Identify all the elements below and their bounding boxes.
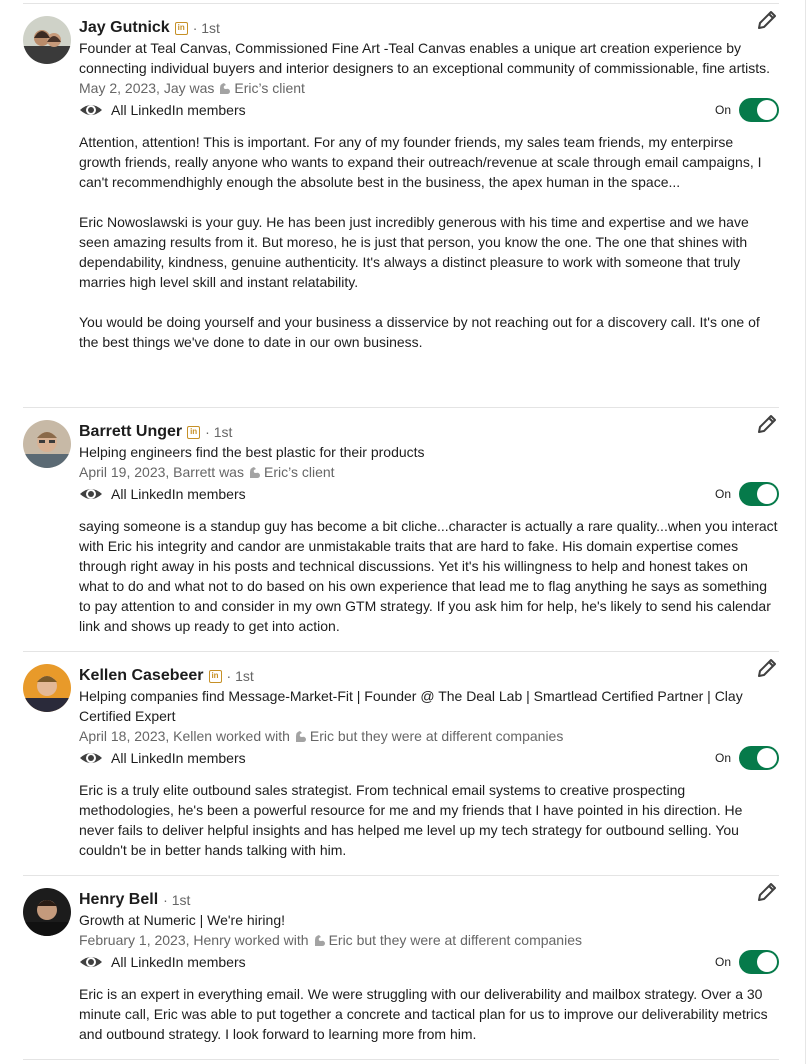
member-headline: Growth at Numeric | We're hiring!	[79, 912, 286, 928]
member-name[interactable]: Kellen Casebeer	[79, 667, 204, 685]
avatar[interactable]	[23, 16, 71, 64]
member-name[interactable]: Henry Bell	[79, 891, 158, 909]
member-name[interactable]: Barrett Unger	[79, 423, 182, 441]
toggle-state-label: On	[714, 487, 731, 501]
show-on-profile-toggle[interactable]	[739, 950, 779, 974]
flexed-arm-emoji-icon	[249, 467, 260, 478]
right-border	[805, 0, 806, 1064]
visibility-row: All LinkedIn members On	[79, 482, 779, 506]
recommendation-meta: April 19, 2023, Barrett was Eric’s client	[79, 462, 779, 482]
eye-icon	[80, 957, 102, 967]
recommendation-card: Barrett Unger in · 1st Helping engineers…	[23, 408, 779, 652]
connection-degree: · 1st	[192, 20, 220, 36]
recommendation-meta: April 18, 2023, Kellen worked with Eric b…	[79, 726, 779, 746]
edit-pencil-icon[interactable]	[755, 880, 779, 904]
recommendation-text: Eric is an expert in everything email. W…	[79, 984, 779, 1044]
recommendation-meta: May 2, 2023, Jay was Eric’s client	[79, 78, 779, 98]
flexed-arm-emoji-icon	[220, 83, 231, 94]
visibility-row: All LinkedIn members On	[79, 98, 779, 122]
visibility-label: All LinkedIn members	[111, 750, 246, 766]
visibility-row: All LinkedIn members On	[79, 950, 779, 974]
recommendation-text: Attention, attention! This is important.…	[79, 132, 779, 352]
toggle-state-label: On	[714, 955, 731, 969]
recommendation-paragraph: Attention, attention! This is important.…	[79, 134, 762, 190]
toggle-knob	[757, 748, 777, 768]
meta-target: Eric’s client	[234, 80, 305, 96]
divider	[23, 1059, 779, 1060]
avatar[interactable]	[23, 420, 71, 468]
show-on-profile-toggle[interactable]	[739, 98, 779, 122]
edit-pencil-icon[interactable]	[755, 8, 779, 32]
member-headline: Helping engineers find the best plastic …	[79, 444, 425, 460]
recommendation-card: Henry Bell · 1st Growth at Numeric | We'…	[23, 876, 779, 1060]
toggle-knob	[757, 952, 777, 972]
connection-degree: · 1st	[163, 892, 191, 908]
recommendation-text: Eric is a truly elite outbound sales str…	[79, 780, 779, 860]
eye-icon	[80, 753, 102, 763]
show-on-profile-toggle[interactable]	[739, 482, 779, 506]
recommendation-text: saying someone is a standup guy has beco…	[79, 516, 779, 636]
flexed-arm-emoji-icon	[295, 731, 306, 742]
recommendation-card: Kellen Casebeer in · 1st Helping compani…	[23, 652, 779, 876]
linkedin-premium-icon: in	[174, 21, 188, 35]
meta-target: Eric but they were at different companie…	[328, 932, 582, 948]
visibility-label: All LinkedIn members	[111, 486, 246, 502]
edit-pencil-icon[interactable]	[755, 412, 779, 436]
recommendation-paragraph: Eric is a truly elite outbound sales str…	[79, 782, 743, 858]
visibility-row: All LinkedIn members On	[79, 746, 779, 770]
flexed-arm-emoji-icon	[314, 935, 325, 946]
recommendation-paragraph: You would be doing yourself and your bus…	[79, 314, 760, 350]
recommendation-paragraph: Eric is an expert in everything email. W…	[79, 986, 768, 1042]
meta-date-relationship: May 2, 2023, Jay was	[79, 80, 215, 96]
recommendation-paragraph: Eric Nowoslawski is your guy. He has bee…	[79, 214, 749, 290]
avatar[interactable]	[23, 664, 71, 712]
member-headline: Helping companies find Message-Market-Fi…	[79, 688, 743, 724]
visibility-label: All LinkedIn members	[111, 102, 246, 118]
eye-icon	[80, 105, 102, 115]
meta-date-relationship: February 1, 2023, Henry worked with	[79, 932, 309, 948]
recommendation-meta: February 1, 2023, Henry worked with Eric …	[79, 930, 779, 950]
meta-target: Eric but they were at different companie…	[309, 728, 564, 744]
toggle-state-label: On	[714, 751, 731, 765]
member-headline: Founder at Teal Canvas, Commissioned Fin…	[79, 40, 771, 76]
recommendation-card: Jay Gutnick in · 1st Founder at Teal Can…	[23, 4, 779, 408]
member-name[interactable]: Jay Gutnick	[79, 19, 170, 37]
meta-date-relationship: April 18, 2023, Kellen worked with	[79, 728, 290, 744]
connection-degree: · 1st	[226, 668, 254, 684]
linkedin-premium-icon: in	[208, 669, 222, 683]
eye-icon	[80, 489, 102, 499]
visibility-label: All LinkedIn members	[111, 954, 246, 970]
avatar[interactable]	[23, 888, 71, 936]
edit-pencil-icon[interactable]	[755, 656, 779, 680]
toggle-knob	[757, 484, 777, 504]
toggle-knob	[757, 100, 777, 120]
linkedin-premium-icon: in	[187, 425, 201, 439]
recommendation-paragraph: saying someone is a standup guy has beco…	[79, 518, 778, 634]
toggle-state-label: On	[714, 103, 731, 117]
connection-degree: · 1st	[205, 424, 233, 440]
meta-target: Eric’s client	[263, 464, 335, 480]
meta-date-relationship: April 19, 2023, Barrett was	[79, 464, 244, 480]
show-on-profile-toggle[interactable]	[739, 746, 779, 770]
